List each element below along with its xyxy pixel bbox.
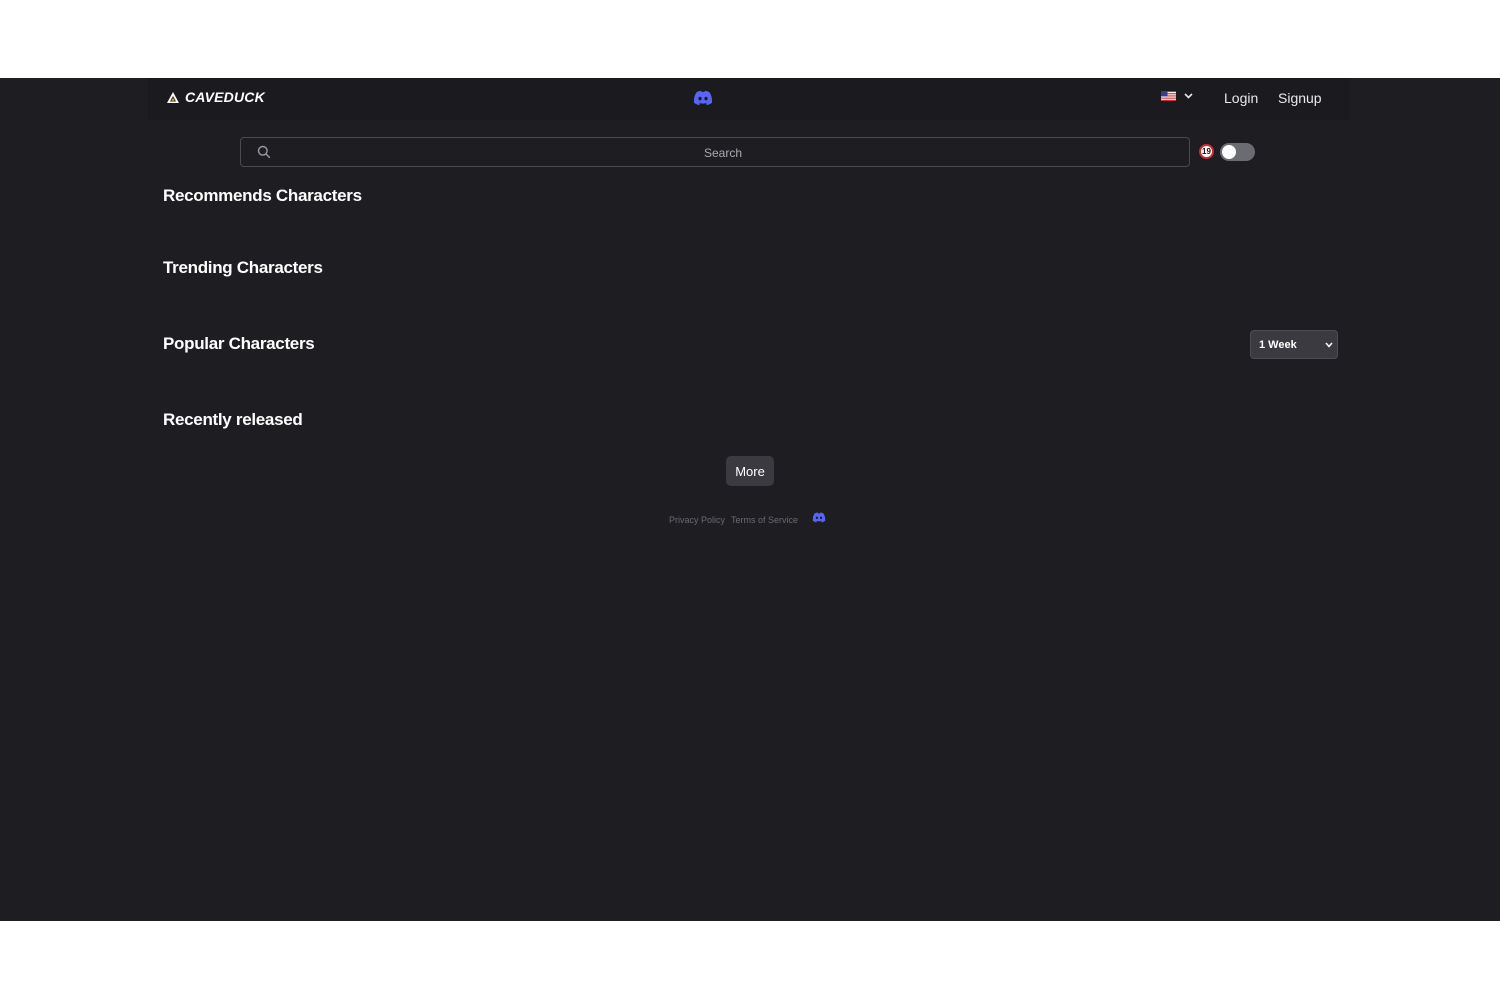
login-link[interactable]: Login — [1224, 90, 1258, 106]
discord-icon[interactable] — [693, 90, 713, 106]
popular-period-select[interactable]: 1 Week — [1250, 330, 1338, 359]
footer: Privacy Policy Terms of Service — [669, 512, 826, 525]
triangle-logo-icon — [166, 90, 180, 104]
adult-content-toggle[interactable] — [1220, 143, 1255, 161]
more-button[interactable]: More — [726, 456, 774, 486]
search-icon — [257, 145, 271, 159]
age-19-badge: 19 — [1199, 144, 1214, 159]
recent-heading: Recently released — [163, 410, 303, 429]
toggle-knob — [1222, 145, 1236, 159]
search-bar[interactable] — [240, 137, 1190, 168]
terms-of-service-link[interactable]: Terms of Service — [731, 515, 798, 525]
privacy-policy-link[interactable]: Privacy Policy — [669, 515, 725, 525]
trending-heading: Trending Characters — [163, 258, 323, 277]
search-input[interactable] — [281, 138, 1165, 168]
navbar: CAVEDUCK Login Signup — [148, 78, 1350, 120]
app-viewport: CAVEDUCK Login Signup Search 19 Recommen… — [0, 78, 1500, 921]
logo-text: CAVEDUCK — [185, 89, 265, 105]
chevron-down-icon — [1184, 93, 1193, 99]
signup-link[interactable]: Signup — [1278, 90, 1322, 106]
us-flag-icon — [1161, 91, 1176, 101]
discord-icon[interactable] — [804, 512, 826, 525]
logo-link[interactable]: CAVEDUCK — [166, 89, 265, 105]
language-selector[interactable] — [1161, 91, 1193, 101]
chevron-down-icon — [1325, 339, 1337, 351]
period-selected-value: 1 Week — [1259, 338, 1297, 351]
recommends-heading: Recommends Characters — [163, 186, 362, 205]
popular-heading: Popular Characters — [163, 334, 315, 353]
